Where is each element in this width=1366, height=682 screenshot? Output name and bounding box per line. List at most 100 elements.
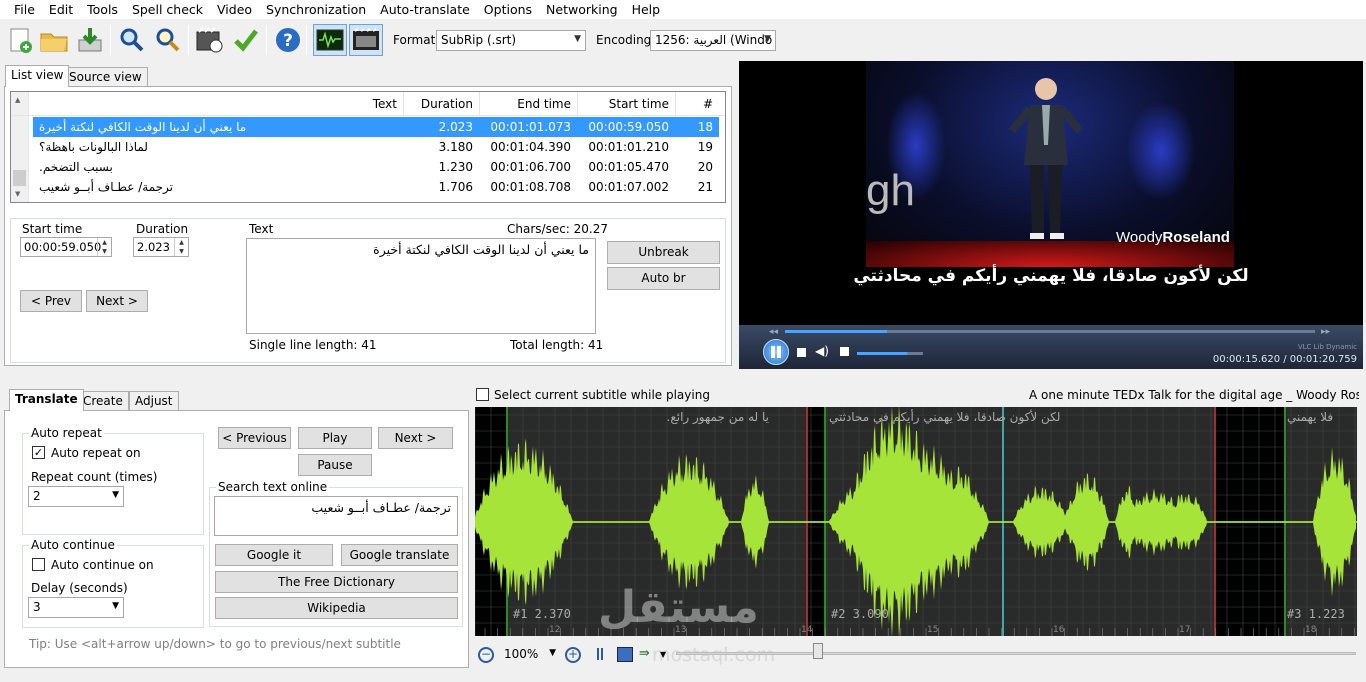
- auto-repeat-checkbox[interactable]: ✓: [32, 446, 45, 459]
- repeat-count-select[interactable]: 2 ▼: [28, 486, 124, 507]
- auto-continue-on-label: Auto continue on: [51, 558, 154, 572]
- spin-arrows-icon[interactable]: ▲ ▼: [174, 238, 188, 256]
- select-current-checkbox[interactable]: [476, 388, 489, 401]
- free-dictionary-button[interactable]: The Free Dictionary: [215, 571, 458, 593]
- duration-field[interactable]: 2.023 ▲ ▼: [133, 237, 189, 257]
- volume-slider[interactable]: [857, 352, 923, 355]
- search-icon[interactable]: [116, 24, 148, 56]
- table-row[interactable]: لماذا البالونات باهظة؟ 3.180 00:01:04.39…: [33, 137, 719, 157]
- subtitle-text-editor[interactable]: ما يعني أن لدينا الوقت الكافي لنكتة أخير…: [246, 238, 596, 334]
- auto-continue-group-label: Auto continue: [29, 538, 117, 552]
- help-icon[interactable]: ?: [272, 24, 304, 56]
- zoom-in-icon[interactable]: +: [565, 647, 581, 663]
- chevron-down-icon[interactable]: ▼: [660, 650, 666, 659]
- unbreak-button[interactable]: Unbreak: [607, 241, 720, 264]
- play-button[interactable]: Play: [298, 427, 372, 449]
- encoding-select[interactable]: 1256: العربية (Windo ▼: [650, 30, 776, 51]
- col-text-header[interactable]: Text: [41, 94, 403, 114]
- tab-adjust[interactable]: Adjust: [129, 391, 179, 411]
- spectrogram-icon[interactable]: [617, 647, 633, 662]
- tick-label: 16: [1053, 625, 1065, 635]
- menu-synchronization[interactable]: Synchronization: [259, 1, 373, 19]
- col-num-header[interactable]: #: [675, 94, 719, 114]
- wikipedia-button[interactable]: Wikipedia: [215, 597, 458, 619]
- visual-sync-icon[interactable]: [194, 24, 226, 56]
- spin-arrows-icon[interactable]: ▲ ▼: [97, 238, 111, 256]
- menu-options[interactable]: Options: [477, 1, 539, 19]
- delay-label: Delay (seconds): [31, 581, 128, 595]
- seek-bar[interactable]: [785, 330, 1315, 333]
- menu-spell-check[interactable]: Spell check: [125, 1, 210, 19]
- video-player[interactable]: gh WoodyRoseland لكن لأكون صادقا، فلا يه…: [739, 61, 1363, 369]
- zoom-value: 100%: [504, 647, 539, 661]
- pause-button[interactable]: [763, 339, 789, 365]
- video-toggle-icon[interactable]: [349, 24, 383, 56]
- tab-create[interactable]: Create: [77, 391, 129, 411]
- menu-file[interactable]: File: [0, 1, 42, 19]
- stop-icon[interactable]: [797, 348, 806, 357]
- table-row[interactable]: ما يعني أن لدينا الوقت الكافي لنكتة أخير…: [33, 117, 719, 137]
- duration-label: Duration: [136, 222, 189, 236]
- previous-button[interactable]: < Previous: [218, 427, 291, 449]
- slider-thumb[interactable]: [813, 643, 823, 659]
- tab-translate[interactable]: Translate: [9, 389, 84, 411]
- prev-button[interactable]: < Prev: [20, 290, 82, 312]
- fast-forward-icon[interactable]: ▸▸: [1321, 327, 1330, 337]
- chevron-down-icon: ▼: [112, 490, 119, 500]
- pause-playback-button[interactable]: Pause: [298, 454, 372, 476]
- new-file-icon[interactable]: [4, 24, 36, 56]
- replace-icon[interactable]: [152, 24, 184, 56]
- speaker-first-name: Woody: [1116, 229, 1163, 246]
- open-folder-icon[interactable]: [38, 24, 70, 56]
- repeat-count-label: Repeat count (times): [31, 470, 158, 484]
- row-num: 20: [697, 160, 713, 174]
- row-start: 00:01:01.210: [588, 140, 669, 154]
- speaker-figure: [1008, 78, 1084, 239]
- col-duration-header[interactable]: Duration: [403, 94, 479, 114]
- spellcheck-check-icon[interactable]: [230, 24, 262, 56]
- zoom-select[interactable]: 100% ▼: [500, 645, 560, 666]
- waveform-toggle-icon[interactable]: [313, 24, 347, 56]
- format-label: Format: [393, 33, 436, 47]
- table-row[interactable]: بسبب التضخم. 1.230 00:01:06.700 00:01:05…: [33, 157, 719, 177]
- col-start-header[interactable]: Start time: [577, 94, 675, 114]
- auto-continue-checkbox[interactable]: [32, 558, 45, 571]
- duration-value: 2.023: [137, 240, 170, 254]
- col-end-header[interactable]: End time: [479, 94, 577, 114]
- menu-auto-translate[interactable]: Auto-translate: [373, 1, 477, 19]
- table-row[interactable]: ترجمة/ عطـاف أبــو شعيب 1.706 00:01:08.7…: [33, 177, 719, 197]
- next-button[interactable]: Next >: [86, 290, 148, 312]
- start-time-field[interactable]: 00:00:59.050 ▲ ▼: [20, 237, 112, 257]
- rewind-icon[interactable]: ◂◂: [769, 327, 778, 337]
- zoom-out-icon[interactable]: −: [478, 647, 494, 663]
- save-download-icon[interactable]: [74, 24, 106, 56]
- format-select[interactable]: SubRip (.srt) ▼: [436, 30, 586, 51]
- volume-icon[interactable]: ◀): [815, 344, 829, 358]
- tab-source-view[interactable]: Source view: [63, 67, 148, 87]
- google-it-button[interactable]: Google it: [215, 544, 333, 566]
- search-text-input[interactable]: ترجمة/ عطـاف أبــو شعيب: [214, 496, 458, 536]
- speaker-last-name: Roseland: [1162, 229, 1230, 246]
- row-end: 00:01:01.073: [490, 120, 571, 134]
- auto-repeat-group-label: Auto repeat: [29, 426, 104, 440]
- repeat-count-value: 2: [33, 489, 41, 503]
- tab-list-view[interactable]: List view: [5, 65, 70, 87]
- waveform-position-slider[interactable]: [676, 652, 1356, 655]
- video-controls: ◂◂ ▸▸ VLC Lib Dynamic ◀) 00:00:15.620 / …: [739, 325, 1363, 369]
- play-selection-icon[interactable]: [597, 648, 603, 660]
- google-translate-button[interactable]: Google translate: [341, 544, 458, 566]
- row-end: 00:01:08.708: [490, 180, 571, 194]
- row-duration: 2.023: [438, 120, 473, 134]
- start-time-value: 00:00:59.050: [24, 240, 102, 254]
- fullscreen-icon[interactable]: [840, 347, 849, 356]
- delay-select[interactable]: 3 ▼: [28, 597, 124, 618]
- menu-video[interactable]: Video: [210, 1, 259, 19]
- menu-tools[interactable]: Tools: [80, 1, 125, 19]
- auto-br-button[interactable]: Auto br: [607, 267, 720, 290]
- row-end: 00:01:06.700: [490, 160, 571, 174]
- forward-arrows-icon[interactable]: ⇛: [639, 646, 650, 661]
- menu-networking[interactable]: Networking: [539, 1, 625, 19]
- menu-help[interactable]: Help: [625, 1, 668, 19]
- menu-edit[interactable]: Edit: [42, 1, 80, 19]
- next-subtitle-button[interactable]: Next >: [378, 427, 453, 449]
